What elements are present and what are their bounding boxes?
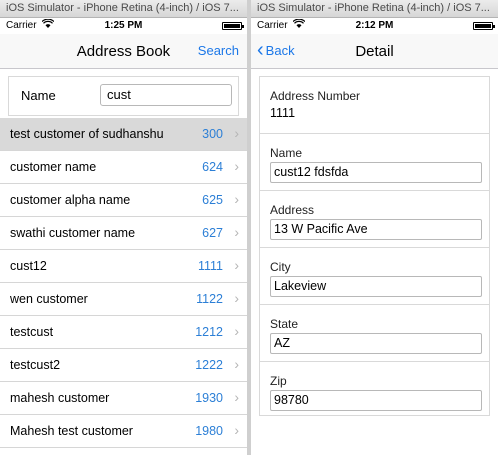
zip-label: Zip bbox=[270, 374, 287, 388]
name-label: Name bbox=[270, 146, 303, 160]
chevron-right-icon: › bbox=[234, 191, 239, 207]
customer-number: 1111 bbox=[197, 259, 223, 273]
zip-section: Zip 98780 bbox=[260, 362, 489, 419]
status-time: 1:25 PM bbox=[104, 20, 143, 31]
customer-name: swathi customer name bbox=[10, 226, 136, 240]
chevron-right-icon: › bbox=[234, 356, 239, 372]
customer-number: 624 bbox=[202, 160, 223, 174]
customer-row[interactable]: customer alpha name 625 › bbox=[0, 184, 247, 217]
customer-name: testcust bbox=[10, 325, 54, 339]
customer-number: 1980 bbox=[195, 424, 223, 438]
customer-row[interactable]: cust12 1111 › bbox=[0, 250, 247, 283]
customer-list: test customer of sudhanshu 300 › customer n… bbox=[0, 118, 247, 448]
detail-form: Address Number 1111 Name cust12 fdsfda A… bbox=[259, 76, 490, 416]
customer-name: wen customer bbox=[10, 292, 88, 306]
address-number-label: Address Number bbox=[270, 89, 361, 103]
chevron-right-icon: › bbox=[234, 389, 239, 405]
status-bar: Carrier 1:25 PM bbox=[0, 18, 247, 34]
customer-number: 625 bbox=[202, 193, 223, 207]
customer-name: cust12 bbox=[10, 259, 47, 273]
customer-number: 627 bbox=[202, 226, 223, 240]
customer-row[interactable]: testcust 1212 › bbox=[0, 316, 247, 349]
address-label: Address bbox=[270, 203, 315, 217]
customer-name: mahesh customer bbox=[10, 391, 110, 405]
address-number-section: Address Number 1111 bbox=[260, 77, 489, 134]
search-button[interactable]: Search bbox=[198, 43, 239, 58]
chevron-right-icon: › bbox=[234, 125, 239, 141]
customer-name: testcust2 bbox=[10, 358, 61, 372]
customer-row[interactable]: swathi customer name 627 › bbox=[0, 217, 247, 250]
chevron-right-icon: › bbox=[234, 224, 239, 240]
customer-name: customer name bbox=[10, 160, 97, 174]
address-field[interactable]: 13 W Pacific Ave bbox=[270, 219, 482, 240]
customer-number: 1212 bbox=[195, 325, 223, 339]
customer-row[interactable]: mahesh customer 1930 › bbox=[0, 382, 247, 415]
chevron-right-icon: › bbox=[234, 422, 239, 438]
customer-row[interactable]: test customer of sudhanshu 300 › bbox=[0, 118, 247, 151]
customer-row[interactable]: customer name 624 › bbox=[0, 151, 247, 184]
navigation-bar: Address Book Search bbox=[0, 34, 247, 69]
name-field[interactable]: cust12 fdsfda bbox=[270, 162, 482, 183]
name-search-row: Name cust bbox=[8, 76, 239, 116]
customer-name: Mahesh test customer bbox=[10, 424, 133, 438]
city-label: City bbox=[270, 260, 291, 274]
customer-row[interactable]: Mahesh test customer 1980 › bbox=[0, 415, 247, 448]
chevron-right-icon: › bbox=[234, 257, 239, 273]
name-search-label: Name bbox=[21, 88, 56, 103]
chevron-right-icon: › bbox=[234, 158, 239, 174]
customer-name: test customer of sudhanshu bbox=[10, 127, 164, 141]
simulator-window-detail: iOS Simulator - iPhone Retina (4-inch) /… bbox=[251, 0, 498, 455]
customer-row[interactable]: wen customer 1122 › bbox=[0, 283, 247, 316]
navigation-bar: ‹ Back Detail bbox=[251, 34, 498, 69]
page-title: Detail bbox=[355, 43, 394, 60]
city-section: City Lakeview bbox=[260, 248, 489, 305]
customer-number: 1222 bbox=[195, 358, 223, 372]
battery-icon bbox=[222, 22, 244, 30]
city-field[interactable]: Lakeview bbox=[270, 276, 482, 297]
customer-row[interactable]: testcust2 1222 › bbox=[0, 349, 247, 382]
customer-number: 1122 bbox=[196, 292, 223, 306]
window-title: iOS Simulator - iPhone Retina (4-inch) /… bbox=[251, 0, 498, 18]
simulator-window-address-book: iOS Simulator - iPhone Retina (4-inch) /… bbox=[0, 0, 247, 455]
status-time: 2:12 PM bbox=[355, 20, 394, 31]
customer-name: customer alpha name bbox=[10, 193, 131, 207]
customer-number: 300 bbox=[202, 127, 223, 141]
state-field[interactable]: AZ bbox=[270, 333, 482, 354]
battery-icon bbox=[473, 22, 495, 30]
name-search-input[interactable]: cust bbox=[100, 84, 232, 106]
name-section: Name cust12 fdsfda bbox=[260, 134, 489, 191]
customer-number: 1930 bbox=[195, 391, 223, 405]
state-section: State AZ bbox=[260, 305, 489, 362]
address-section: Address 13 W Pacific Ave bbox=[260, 191, 489, 248]
status-bar: Carrier 2:12 PM bbox=[251, 18, 498, 34]
address-number-value: 1111 bbox=[270, 106, 296, 120]
chevron-right-icon: › bbox=[234, 323, 239, 339]
zip-field[interactable]: 98780 bbox=[270, 390, 482, 411]
state-label: State bbox=[270, 317, 299, 331]
window-title: iOS Simulator - iPhone Retina (4-inch) /… bbox=[0, 0, 247, 18]
chevron-right-icon: › bbox=[234, 290, 239, 306]
